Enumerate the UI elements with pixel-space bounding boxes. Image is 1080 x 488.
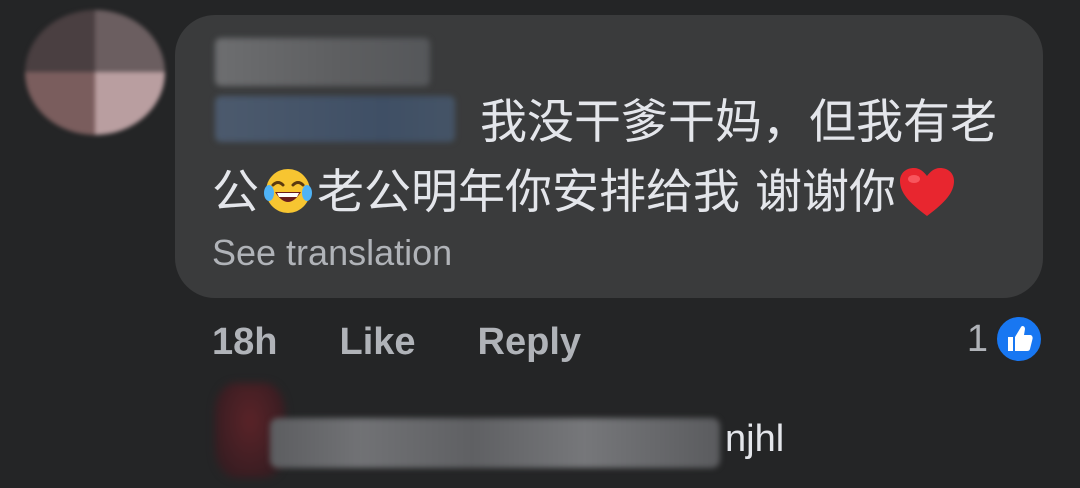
red-heart-icon	[899, 168, 954, 216]
avatar-pixel	[25, 72, 95, 135]
commenter-name-redacted[interactable]	[215, 38, 430, 86]
reaction-summary[interactable]: 1	[967, 314, 1044, 364]
reaction-count: 1	[966, 317, 988, 360]
reply-button[interactable]: Reply	[478, 321, 581, 364]
comment-line-2-start: 公	[212, 165, 259, 220]
comment-actions: 18h Like Reply	[212, 316, 581, 368]
thumbs-up-icon	[995, 315, 1043, 363]
avatar-pixel	[95, 10, 165, 72]
avatar-pixel	[25, 10, 95, 72]
commenter-avatar[interactable]	[25, 10, 165, 135]
avatar-pixel	[95, 72, 165, 135]
comment-thread: 我没干爹干妈，但我有老 公 老公明年你安排给我 谢谢你 See translat…	[0, 0, 1080, 488]
comment-line-2-rest: 老公明年你安排给我 谢谢你	[317, 165, 896, 220]
see-translation-link[interactable]: See translation	[212, 232, 452, 274]
comment-body: 我没干爹干妈，但我有老 公 老公明年你安排给我 谢谢你	[212, 88, 1022, 228]
reply-author-name-suffix[interactable]: njhl	[725, 418, 784, 461]
face-with-tears-of-joy-icon	[264, 169, 312, 213]
comment-timestamp[interactable]: 18h	[212, 321, 277, 364]
like-button[interactable]: Like	[339, 321, 415, 364]
comment-line-1: 我没干爹干妈，但我有老	[480, 95, 997, 150]
reply-author-name-redacted[interactable]	[270, 418, 720, 468]
